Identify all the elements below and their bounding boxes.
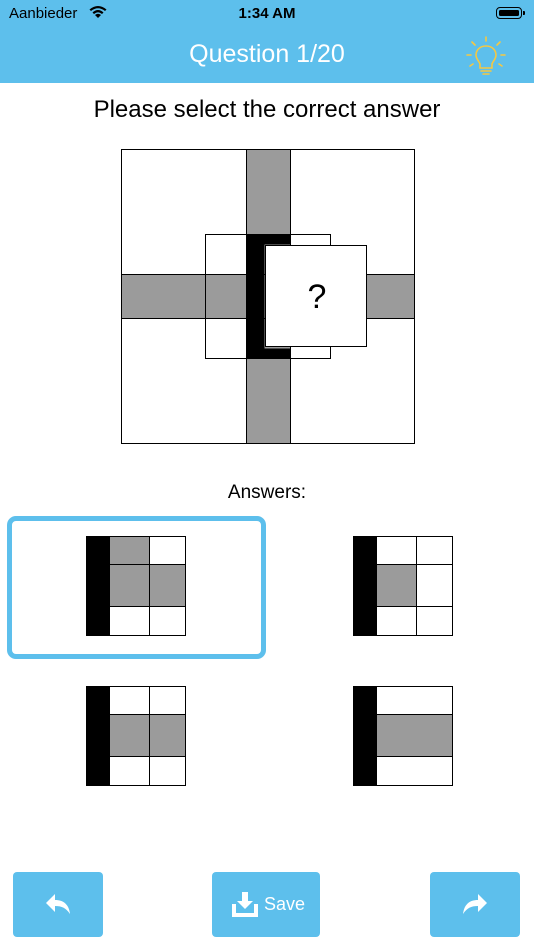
save-label: Save: [264, 894, 306, 914]
undo-arrow-icon: [46, 894, 70, 914]
redo-arrow-icon: [463, 894, 487, 914]
answer-option-4[interactable]: [353, 686, 453, 786]
clock: 1:34 AM: [238, 5, 296, 22]
answer-option-3[interactable]: [86, 686, 186, 786]
answer-option-2[interactable]: [353, 536, 453, 636]
download-tray-icon: [232, 892, 258, 917]
puzzle-figure: ?: [121, 149, 415, 444]
page-title: Question 1/20: [189, 40, 345, 68]
back-button[interactable]: [13, 872, 103, 937]
missing-piece-label: ?: [308, 278, 327, 316]
battery-icon: [496, 7, 525, 19]
status-bar: Aanbieder 1:34 AM: [0, 0, 534, 28]
forward-button[interactable]: [430, 872, 520, 937]
answer-option-1[interactable]: [86, 536, 186, 636]
app-header: Aanbieder 1:34 AM Question 1/20: [0, 0, 534, 83]
save-button[interactable]: Save: [212, 872, 320, 937]
question-prompt: Please select the correct answer: [93, 96, 441, 123]
lightbulb-icon[interactable]: [464, 34, 508, 78]
answers-label: Answers:: [227, 482, 307, 503]
